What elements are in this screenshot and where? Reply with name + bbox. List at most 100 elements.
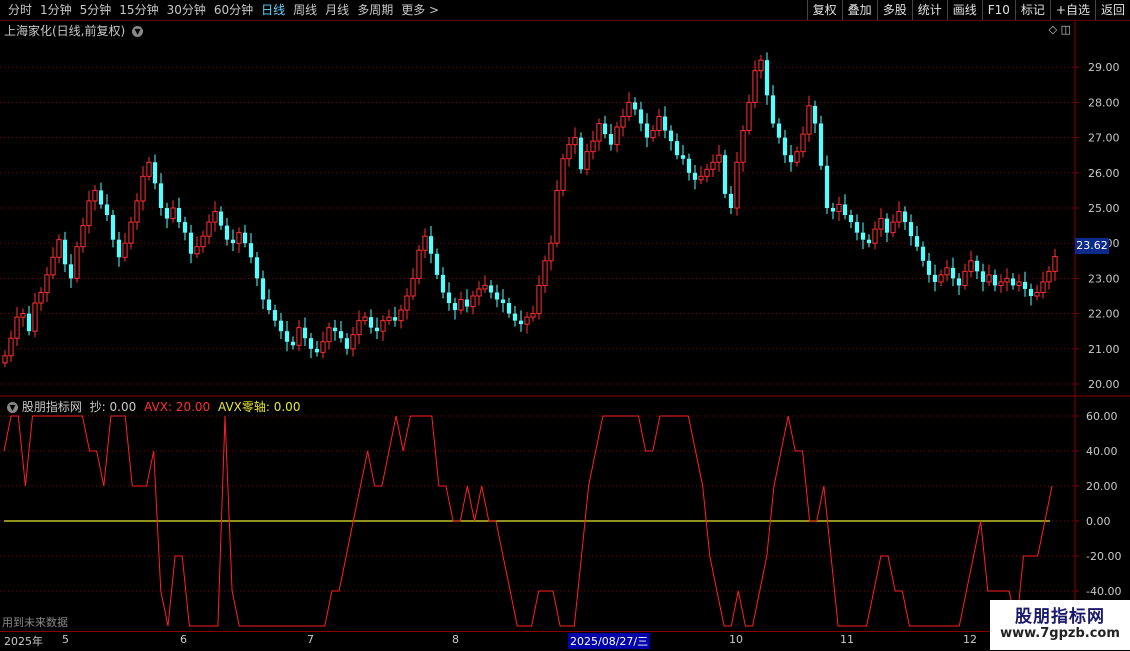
candle-body (1028, 288, 1034, 296)
candle-body (338, 331, 344, 339)
candle-body (638, 109, 644, 124)
candle (944, 260, 950, 281)
candle-body (566, 144, 572, 160)
candle-body (470, 295, 476, 308)
candle (518, 310, 524, 332)
x-axis-label: 12 (963, 633, 977, 646)
candle (266, 289, 272, 315)
candle-body (866, 239, 872, 244)
candle (656, 108, 662, 137)
candle (386, 309, 392, 325)
candle-body (944, 267, 950, 276)
candle-body (152, 162, 158, 184)
candle (1040, 271, 1046, 299)
candle-body (98, 190, 104, 205)
candle-body (680, 155, 686, 159)
candle (260, 270, 266, 310)
candle (698, 166, 704, 185)
x-axis: 2025年 5 6 7 8 2025/08/27/三 10 11 12 (0, 631, 1075, 651)
candle-body (458, 299, 464, 311)
indicator-tick-label: 40.00 (1086, 445, 1118, 458)
candle-body (686, 158, 692, 173)
candle-body (122, 242, 128, 258)
candle-body (422, 235, 428, 251)
candle-body (116, 239, 122, 258)
candle (824, 155, 830, 214)
candle (902, 206, 908, 230)
candle (572, 127, 578, 155)
candle-body (314, 348, 320, 353)
indicator-tick-label: 0.00 (1086, 515, 1111, 528)
candle-body (932, 274, 938, 282)
candle (668, 125, 674, 151)
candle-body (740, 130, 746, 163)
indicator-chao: 抄: 0.00 (89, 400, 137, 414)
candle (686, 153, 692, 181)
x-axis-label: 8 (452, 633, 459, 646)
candle (512, 305, 518, 327)
candle-body (44, 274, 50, 293)
x-axis-label: 2025/08/27/三 (568, 633, 651, 649)
candle (854, 214, 860, 241)
x-axis-label: 10 (729, 633, 743, 646)
candle (872, 221, 878, 250)
candle (896, 201, 902, 229)
candle (50, 247, 56, 280)
candle (458, 291, 464, 315)
candle (374, 317, 380, 339)
candle (938, 269, 944, 287)
candle-body (788, 155, 794, 163)
candle-body (812, 105, 818, 124)
indicator-lines (3, 415, 1053, 627)
candle (32, 292, 38, 338)
candle (818, 115, 824, 170)
candle (278, 312, 284, 339)
candle (1016, 274, 1022, 292)
candle-body (1004, 277, 1010, 283)
candle-body (734, 161, 740, 209)
candle (968, 250, 974, 278)
candle-body (542, 260, 548, 286)
candle-body (938, 274, 944, 283)
candle (914, 225, 920, 251)
indicator-avx: AVX: 20.00 (144, 400, 211, 414)
candle-body (1046, 270, 1052, 283)
candle (248, 232, 254, 264)
candle (614, 121, 620, 153)
candle (302, 317, 308, 346)
candle-body (200, 235, 206, 248)
candle (200, 230, 206, 253)
candle (398, 304, 404, 329)
candle-body (698, 175, 704, 181)
candle-body (344, 338, 350, 349)
candle (974, 255, 980, 280)
candle-body (836, 203, 842, 213)
price-tick-label: 21.00 (1088, 343, 1120, 356)
candle-body (254, 257, 260, 279)
candle-body (584, 151, 590, 170)
candle-body (884, 218, 890, 233)
candle-body (494, 292, 500, 300)
candle-body (974, 260, 980, 272)
candle (224, 217, 230, 246)
candle-body (236, 232, 242, 244)
candle (830, 202, 836, 220)
candle (392, 306, 398, 327)
candle (674, 133, 680, 160)
candle (866, 234, 872, 248)
candle-body (830, 208, 836, 212)
candle (452, 297, 458, 320)
candle-body (92, 189, 98, 202)
candle (554, 180, 560, 248)
candle-body (626, 101, 632, 117)
candle (122, 232, 128, 262)
candle-body (296, 327, 302, 346)
candle (194, 236, 200, 258)
candle-body (914, 236, 920, 247)
candle (806, 95, 812, 142)
candle-body (710, 161, 716, 170)
candle-body (290, 341, 296, 346)
chevron-down-icon[interactable]: ▼ (7, 402, 18, 413)
candle-body (302, 327, 308, 339)
candle-body (272, 310, 278, 321)
